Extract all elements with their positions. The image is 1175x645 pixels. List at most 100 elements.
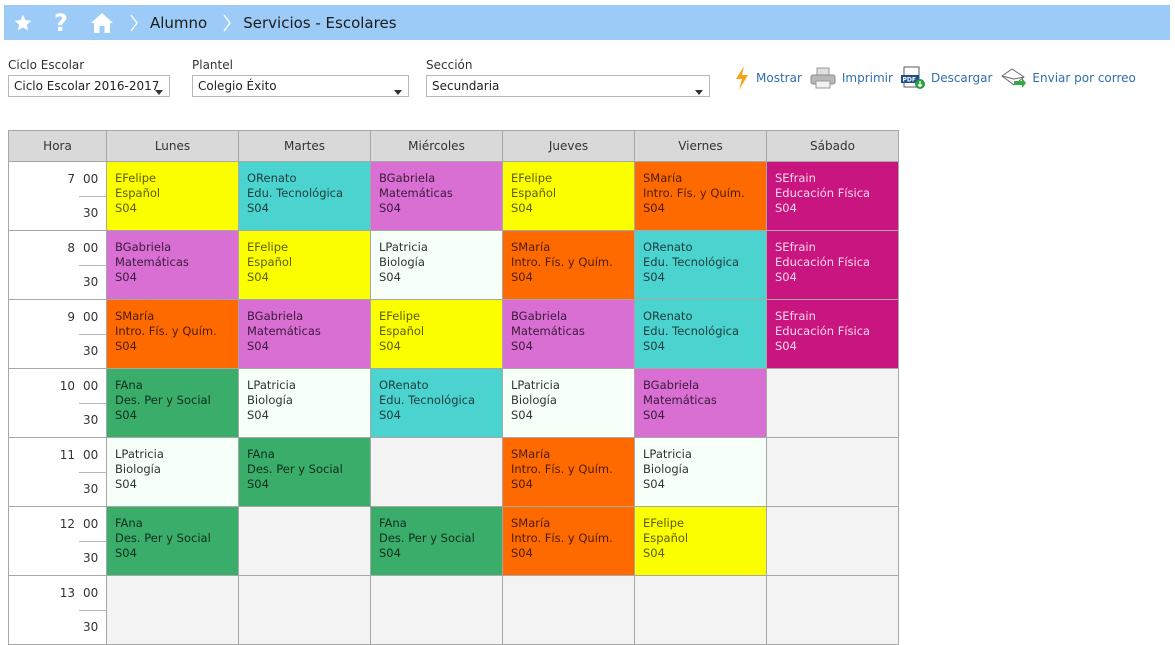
class-cell[interactable]: BGabriela Matemáticas S04 xyxy=(370,161,503,231)
class-cell[interactable]: SEfrain Educación Física S04 xyxy=(766,299,899,369)
class-cell[interactable]: LPatricia Biología S04 xyxy=(502,368,635,438)
class-block[interactable]: BGabriela Matemáticas S04 xyxy=(635,369,766,437)
empty-slot[interactable] xyxy=(766,575,899,645)
class-cell[interactable]: FAna Des. Per y Social S04 xyxy=(106,506,239,576)
class-cell[interactable]: BGabriela Matemáticas S04 xyxy=(502,299,635,369)
home-icon[interactable] xyxy=(80,5,124,40)
class-cell[interactable]: EFelipe Español S04 xyxy=(106,161,239,231)
class-block[interactable]: LPatricia Biología S04 xyxy=(635,438,766,506)
class-block[interactable]: SEfrain Educación Física S04 xyxy=(767,300,898,368)
class-block[interactable]: EFelipe Español S04 xyxy=(107,162,238,230)
minute-label: 00 xyxy=(83,448,99,462)
column-header-miercoles: Miércoles xyxy=(370,130,503,162)
caret-down-icon xyxy=(394,84,402,98)
class-cell[interactable]: ORenato Edu. Tecnológica S04 xyxy=(370,368,503,438)
class-block[interactable]: EFelipe Español S04 xyxy=(371,300,502,368)
empty-slot[interactable] xyxy=(766,506,899,576)
class-cell[interactable]: EFelipe Español S04 xyxy=(634,506,767,576)
empty-slot[interactable] xyxy=(238,575,371,645)
class-block[interactable]: ORenato Edu. Tecnológica S04 xyxy=(635,231,766,299)
class-cell[interactable]: FAna Des. Per y Social S04 xyxy=(370,506,503,576)
class-block[interactable]: FAna Des. Per y Social S04 xyxy=(239,438,370,506)
help-icon[interactable]: ? xyxy=(42,5,80,40)
class-block[interactable]: SMaría Intro. Fís. y Quím. S04 xyxy=(503,507,634,575)
room-code: S04 xyxy=(379,339,401,353)
class-block[interactable]: BGabriela Matemáticas S04 xyxy=(107,231,238,299)
class-block[interactable]: SMaría Intro. Fís. y Quím. S04 xyxy=(503,231,634,299)
class-cell[interactable]: EFelipe Español S04 xyxy=(502,161,635,231)
ciclo-escolar-select[interactable]: Ciclo Escolar 2016-2017 xyxy=(8,75,170,97)
class-cell[interactable]: FAna Des. Per y Social S04 xyxy=(106,368,239,438)
class-cell[interactable]: LPatricia Biología S04 xyxy=(106,437,239,507)
class-cell[interactable]: EFelipe Español S04 xyxy=(238,230,371,300)
class-block[interactable]: ORenato Edu. Tecnológica S04 xyxy=(371,369,502,437)
class-block[interactable]: BGabriela Matemáticas S04 xyxy=(503,300,634,368)
class-block[interactable]: EFelipe Español S04 xyxy=(635,507,766,575)
empty-slot[interactable] xyxy=(634,575,767,645)
class-cell[interactable]: LPatricia Biología S04 xyxy=(634,437,767,507)
class-block[interactable]: SEfrain Educación Física S04 xyxy=(767,162,898,230)
star-icon[interactable] xyxy=(4,5,42,40)
class-cell[interactable]: BGabriela Matemáticas S04 xyxy=(106,230,239,300)
class-cell[interactable]: SMaría Intro. Fís. y Quím. S04 xyxy=(502,437,635,507)
teacher-name: LPatricia xyxy=(247,378,296,392)
teacher-name: BGabriela xyxy=(511,309,568,323)
breadcrumb-alumno[interactable]: Alumno xyxy=(144,14,217,32)
class-cell[interactable]: EFelipe Español S04 xyxy=(370,299,503,369)
class-cell[interactable]: ORenato Edu. Tecnológica S04 xyxy=(634,230,767,300)
descargar-button[interactable]: PDF Descargar xyxy=(900,66,992,90)
imprimir-button[interactable]: Imprimir xyxy=(810,67,893,89)
class-cell[interactable]: SMaría Intro. Fís. y Quím. S04 xyxy=(634,161,767,231)
table-header-row: Hora Lunes Martes Miércoles Jueves Viern… xyxy=(8,130,899,162)
room-code: S04 xyxy=(643,546,665,560)
empty-slot[interactable] xyxy=(766,368,899,438)
class-block[interactable]: LPatricia Biología S04 xyxy=(503,369,634,437)
teacher-name: LPatricia xyxy=(379,240,428,254)
half-hour-divider xyxy=(79,472,106,473)
class-block[interactable]: BGabriela Matemáticas S04 xyxy=(239,300,370,368)
class-block[interactable]: ORenato Edu. Tecnológica S04 xyxy=(239,162,370,230)
minute-label: 00 xyxy=(83,517,99,531)
empty-slot[interactable] xyxy=(370,437,503,507)
enviar-correo-button[interactable]: Enviar por correo xyxy=(1000,67,1136,89)
class-block[interactable]: SMaría Intro. Fís. y Quím. S04 xyxy=(503,438,634,506)
mostrar-button[interactable]: Mostrar xyxy=(734,66,802,90)
class-cell[interactable]: BGabriela Matemáticas S04 xyxy=(634,368,767,438)
class-cell[interactable]: SEfrain Educación Física S04 xyxy=(766,161,899,231)
class-cell[interactable]: SEfrain Educación Física S04 xyxy=(766,230,899,300)
class-block[interactable]: EFelipe Español S04 xyxy=(239,231,370,299)
minute-label: 00 xyxy=(83,310,99,324)
class-block[interactable]: EFelipe Español S04 xyxy=(503,162,634,230)
class-cell[interactable]: FAna Des. Per y Social S04 xyxy=(238,437,371,507)
class-cell[interactable]: BGabriela Matemáticas S04 xyxy=(238,299,371,369)
class-block[interactable]: SEfrain Educación Física S04 xyxy=(767,231,898,299)
class-cell[interactable]: SMaría Intro. Fís. y Quím. S04 xyxy=(106,299,239,369)
class-block[interactable]: FAna Des. Per y Social S04 xyxy=(371,507,502,575)
class-cell[interactable]: ORenato Edu. Tecnológica S04 xyxy=(634,299,767,369)
class-cell[interactable]: ORenato Edu. Tecnológica S04 xyxy=(238,161,371,231)
class-block[interactable]: FAna Des. Per y Social S04 xyxy=(107,369,238,437)
empty-slot[interactable] xyxy=(238,506,371,576)
class-cell[interactable]: SMaría Intro. Fís. y Quím. S04 xyxy=(502,506,635,576)
teacher-name: BGabriela xyxy=(643,378,700,392)
empty-slot[interactable] xyxy=(766,437,899,507)
teacher-name: SMaría xyxy=(511,516,551,530)
class-cell[interactable]: LPatricia Biología S04 xyxy=(370,230,503,300)
class-block[interactable]: SMaría Intro. Fís. y Quím. S04 xyxy=(635,162,766,230)
class-cell[interactable]: SMaría Intro. Fís. y Quím. S04 xyxy=(502,230,635,300)
room-code: S04 xyxy=(643,408,665,422)
empty-slot[interactable] xyxy=(370,575,503,645)
class-block[interactable]: ORenato Edu. Tecnológica S04 xyxy=(635,300,766,368)
class-block[interactable]: FAna Des. Per y Social S04 xyxy=(107,507,238,575)
empty-slot[interactable] xyxy=(502,575,635,645)
class-block[interactable]: LPatricia Biología S04 xyxy=(239,369,370,437)
empty-slot[interactable] xyxy=(106,575,239,645)
class-block[interactable]: LPatricia Biología S04 xyxy=(107,438,238,506)
seccion-select[interactable]: Secundaria xyxy=(426,75,710,97)
class-block[interactable]: SMaría Intro. Fís. y Quím. S04 xyxy=(107,300,238,368)
class-block[interactable]: LPatricia Biología S04 xyxy=(371,231,502,299)
seccion-filter: Sección Secundaria xyxy=(426,58,710,97)
plantel-select[interactable]: Colegio Éxito xyxy=(192,75,409,97)
class-block[interactable]: BGabriela Matemáticas S04 xyxy=(371,162,502,230)
class-cell[interactable]: LPatricia Biología S04 xyxy=(238,368,371,438)
